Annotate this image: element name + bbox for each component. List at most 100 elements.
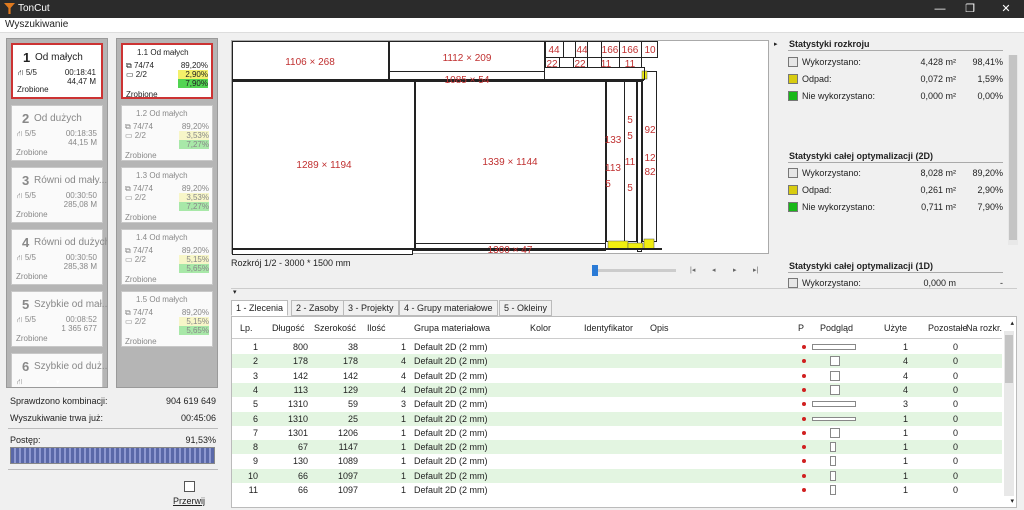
substrategy-card[interactable]: 1.5 Od małych ⧉ 74/74 ▭ 2/2 89,20% 5,15% 5,65… — [121, 291, 213, 347]
minimize-icon[interactable]: — — [930, 1, 950, 17]
cut-label: 5 — [627, 131, 633, 142]
next-icon[interactable]: ▸ — [733, 266, 737, 274]
table-row[interactable]: 4 113 129 4 Default 2D (2 mm) 4 0 — [232, 382, 1002, 397]
column-header[interactable]: Lp. — [240, 323, 253, 333]
tab-2[interactable]: 2 - Zasoby — [291, 300, 344, 316]
first-icon[interactable]: |◂ — [690, 266, 695, 274]
scroll-thumb[interactable] — [1009, 55, 1017, 240]
stats-percent: 98,41% — [972, 57, 1003, 67]
strategy-card[interactable]: 1 Od małych ⛙ 5/5 00:18:41 44,47 M Zrobione — [11, 43, 103, 99]
status-dot-icon — [802, 416, 806, 421]
cut-label: 5 — [627, 183, 633, 194]
table-row[interactable]: 8 67 1147 1 Default 2D (2 mm) 1 0 — [232, 440, 1002, 455]
expand-icon[interactable]: ▸ — [774, 40, 778, 48]
cell-lp: 6 — [252, 413, 258, 424]
cut-label: 113 — [605, 163, 621, 174]
substrategy-name: 1.5 Od małych — [136, 295, 188, 304]
scroll-up-icon[interactable]: ▴ — [1010, 319, 1014, 327]
table-row[interactable]: 2 178 178 4 Default 2D (2 mm) 4 0 — [232, 354, 1002, 369]
close-icon[interactable]: ✕ — [996, 1, 1016, 17]
stats-scrollbar[interactable] — [1008, 55, 1018, 245]
table-row[interactable]: 9 130 1089 1 Default 2D (2 mm) 1 0 — [232, 454, 1002, 468]
cell-group: Default 2D (2 mm) — [414, 470, 488, 481]
tab-1[interactable]: 1 - Zlecenia — [231, 300, 289, 316]
unused-pct: 7,27% — [179, 140, 209, 149]
column-header[interactable]: Pozostałe — [928, 323, 968, 333]
prev-icon[interactable]: ◂ — [712, 266, 716, 274]
table-row[interactable]: 5 1310 59 3 Default 2D (2 mm) 3 0 — [232, 397, 1002, 411]
stats-percent: 1,59% — [977, 74, 1003, 84]
divider — [788, 50, 1003, 51]
column-header[interactable]: Grupa materiałowa — [414, 323, 490, 333]
cell-group: Default 2D (2 mm) — [414, 413, 488, 424]
table-row[interactable]: 3 142 142 4 Default 2D (2 mm) 4 0 — [232, 369, 1002, 383]
cut-piece — [606, 81, 625, 242]
status-dot-icon — [802, 359, 806, 364]
tab-3[interactable]: 3 - Projekty — [343, 300, 399, 316]
strategy-card[interactable]: 5 Szybkie od mał... ⛙ 5/5 00:08:52 1 365 677… — [11, 291, 107, 347]
column-header[interactable]: Długość — [272, 323, 305, 333]
preview-icon — [830, 384, 840, 395]
substrategy-card[interactable]: 1.3 Od małych ⧉ 74/74 ▭ 2/2 89,20% 3,53% 7,27… — [121, 167, 213, 223]
cell-qty: 1 — [400, 485, 406, 495]
cut-label: 82 — [644, 167, 656, 178]
cell-length: 66 — [297, 470, 308, 481]
column-header[interactable]: Szerokość — [314, 323, 356, 333]
table-row[interactable]: 1 800 38 1 Default 2D (2 mm) 1 0 — [232, 340, 1002, 354]
column-header[interactable]: Ilość — [367, 323, 386, 333]
substrategy-name: 1.2 Od małych — [136, 109, 188, 118]
scroll-down-icon[interactable]: ▾ — [1010, 497, 1014, 505]
slider-thumb[interactable] — [592, 265, 598, 276]
stats-label: Wykorzystano: — [802, 57, 861, 67]
substrategy-card[interactable]: 1.1 Od małych ⧉ 74/74 ▭ 2/2 89,20% 2,90% 7,90… — [121, 43, 213, 99]
cut-piece — [232, 249, 413, 255]
table-row[interactable]: 6 1310 25 1 Default 2D (2 mm) 1 0 — [232, 411, 1002, 426]
column-header[interactable]: P — [798, 323, 804, 333]
cut-layout-canvas[interactable]: 1106 × 268 1112 × 209 1085 × 54 1289 × 1… — [231, 40, 769, 255]
scroll-thumb[interactable] — [1005, 335, 1013, 383]
substrategy-b: 2/2 — [134, 317, 146, 326]
cell-left: 0 — [952, 470, 958, 481]
cut-label: 1339 × 1144 — [482, 157, 538, 168]
table-scrollbar[interactable] — [1004, 331, 1014, 496]
strategy-status: Zrobione — [16, 272, 48, 281]
scroll-down-icon[interactable]: ▾ — [56, 378, 60, 386]
column-header[interactable]: Kolor — [530, 323, 551, 333]
table-row[interactable]: 11 66 1097 1 Default 2D (2 mm) 1 0 — [232, 483, 1002, 497]
menu-search[interactable]: Wyszukiwanie — [5, 19, 68, 30]
cut-slider[interactable] — [592, 265, 676, 276]
table-row[interactable]: 7 1301 1206 1 Default 2D (2 mm) 1 0 — [232, 426, 1002, 440]
tab-5[interactable]: 5 - Okleiny — [499, 300, 553, 316]
strategy-card[interactable]: 3 Równi od mały... ⛙ 5/5 00:30:50 285,08 M Zr… — [11, 167, 107, 223]
restore-icon[interactable]: ❐ — [960, 1, 980, 17]
cell-used: 4 — [902, 356, 908, 367]
column-header[interactable]: Na rozkr. — [966, 323, 1002, 333]
cell-left: 0 — [952, 485, 958, 495]
cell-group: Default 2D (2 mm) — [414, 427, 488, 438]
table-row[interactable]: 10 66 1097 1 Default 2D (2 mm) 1 0 — [232, 468, 1002, 483]
preview-icon — [812, 401, 856, 408]
column-header[interactable]: Opis — [650, 323, 669, 333]
stats-value: 8,028 m² — [920, 168, 956, 178]
substrategy-card[interactable]: 1.4 Od małych ⧉ 74/74 ▭ 2/2 89,20% 5,15% 5,65… — [121, 229, 213, 285]
cell-length: 1301 — [287, 427, 308, 438]
collapse-icon[interactable]: ▾ — [233, 288, 237, 296]
strategy-name: Równi od mały... — [34, 175, 108, 186]
tab-4[interactable]: 4 - Grupy materiałowe — [399, 300, 498, 316]
column-header[interactable]: Użyte — [884, 323, 907, 333]
column-header[interactable]: Podgląd — [820, 323, 853, 333]
last-icon[interactable]: ▸| — [753, 266, 758, 274]
stop-button[interactable]: Przerwij — [170, 481, 208, 506]
cut-label: 1085 × 54 — [445, 75, 490, 86]
divider — [788, 272, 1003, 273]
substrategy-card[interactable]: 1.2 Od małych ⧉ 74/74 ▭ 2/2 89,20% 3,53% 7,27… — [121, 105, 213, 161]
strategy-card[interactable]: 4 Równi od dużych ⛙ 5/5 00:30:50 285,38 M Zro… — [11, 229, 107, 285]
strategy-number: 4 — [22, 235, 30, 250]
cell-qty: 4 — [400, 384, 406, 395]
column-header[interactable]: Identyfikator — [584, 323, 633, 333]
strategy-card[interactable]: 2 Od dużych ⛙ 5/5 00:18:35 44,15 M Zrobione — [11, 105, 103, 161]
waste-pct: 3,53% — [179, 193, 209, 202]
cell-used: 3 — [902, 399, 908, 410]
strategy-name: Od małych — [35, 52, 83, 63]
stop-icon — [183, 481, 195, 492]
